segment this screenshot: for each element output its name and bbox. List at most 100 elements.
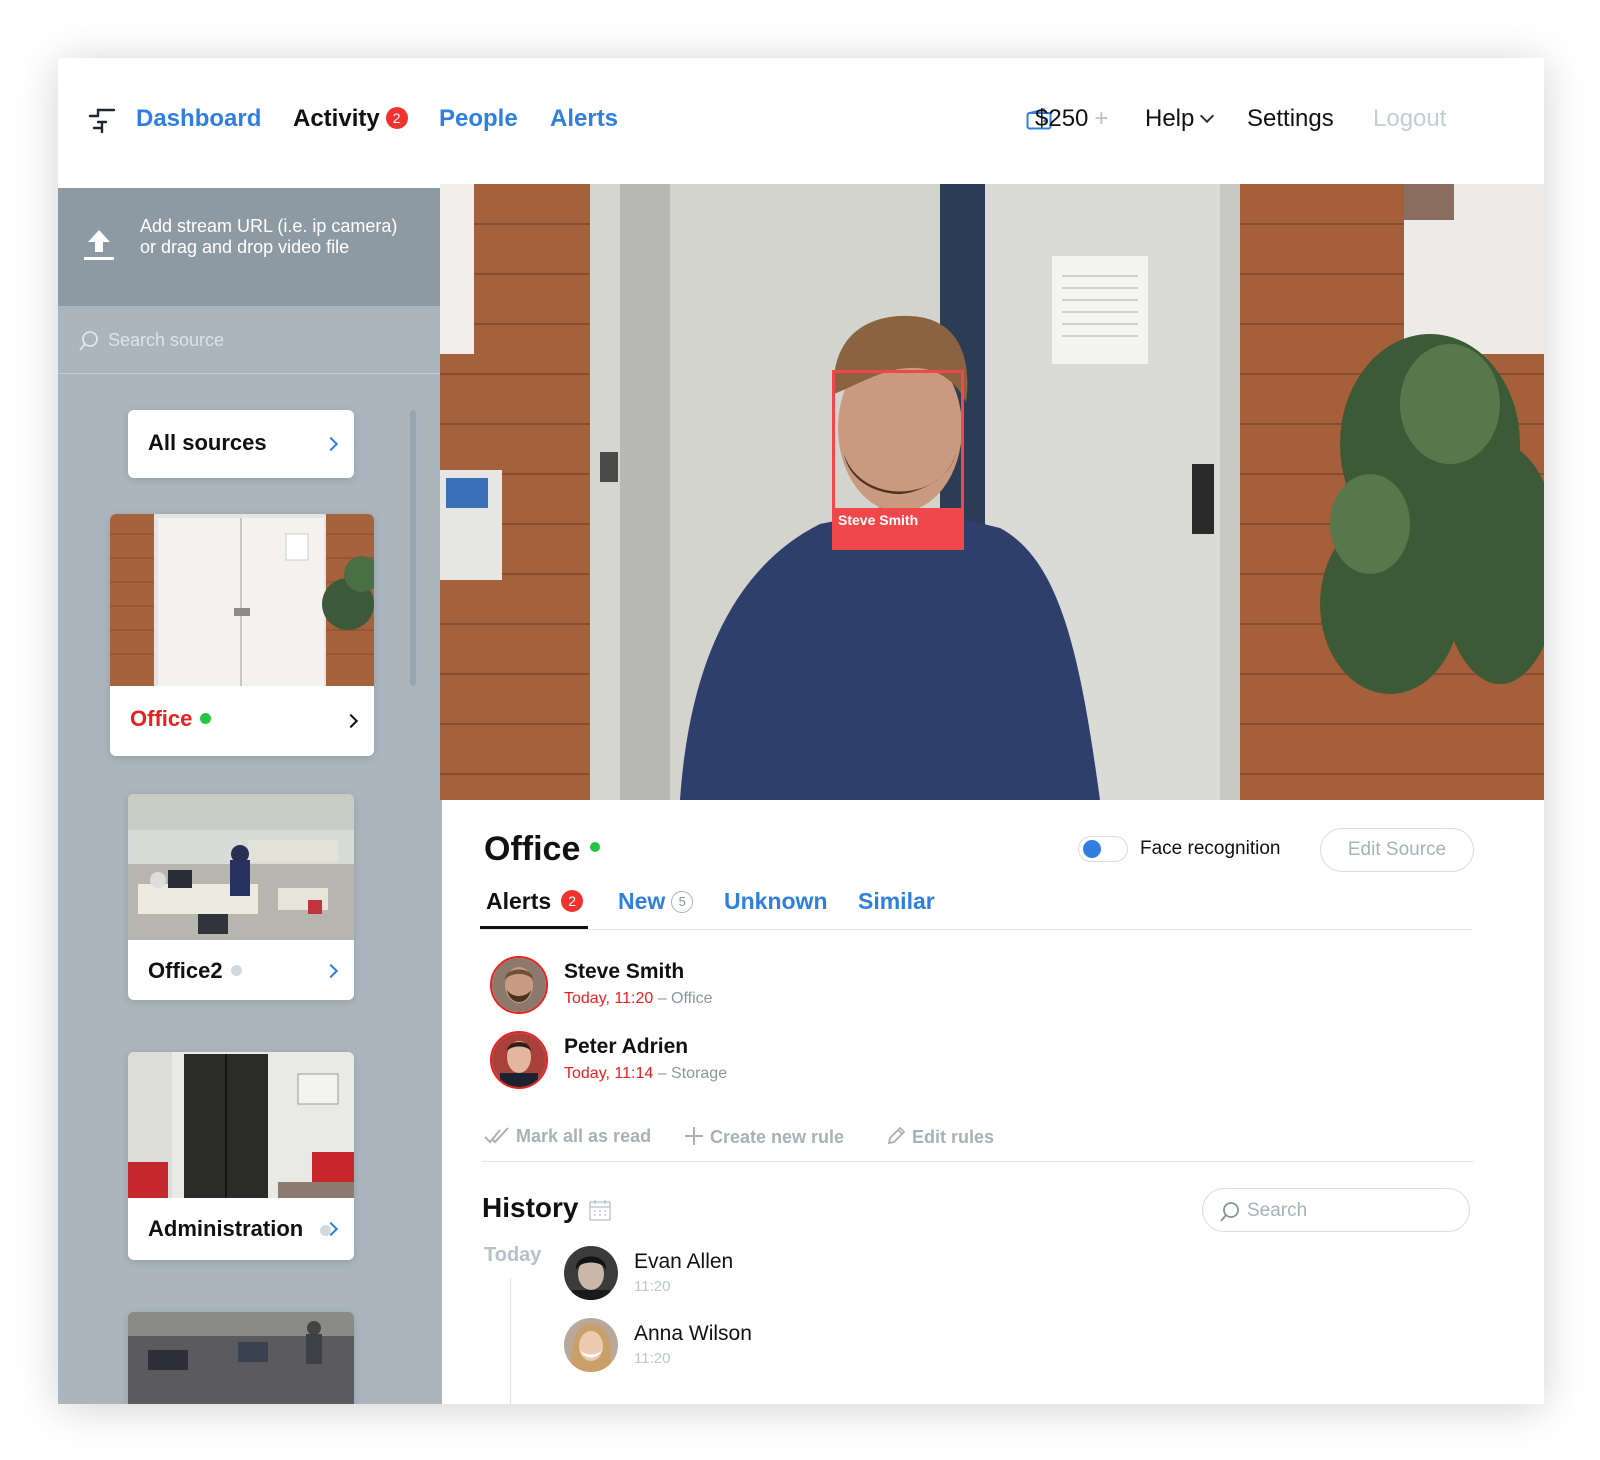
face-recognition-toggle[interactable] (1078, 836, 1128, 862)
office2-thumbnail (128, 794, 354, 940)
history-person-name: Anna Wilson (634, 1322, 752, 1345)
alert-meta: Today, 11:14 – Storage (564, 1065, 727, 1083)
balance-value: $250 (1035, 105, 1089, 132)
mark-all-read-label: Mark all as read (516, 1126, 652, 1146)
toggle-knob (1083, 840, 1101, 858)
search-icon (1220, 1202, 1239, 1222)
chevron-down-icon (1200, 108, 1215, 124)
calendar-icon[interactable] (588, 1198, 612, 1222)
create-rule-button[interactable]: Create new rule (684, 1126, 844, 1148)
chevron-right-icon (323, 963, 339, 979)
edit-rules-button[interactable]: Edit rules (886, 1126, 994, 1148)
plus-icon (685, 1127, 703, 1145)
tab-new-label: New (618, 888, 666, 914)
upload-icon (84, 230, 114, 260)
sidebar-scrollbar[interactable] (410, 410, 416, 686)
source-title: Office (484, 830, 581, 868)
avatar (490, 956, 548, 1014)
history-search-input[interactable] (1247, 1199, 1447, 1223)
alerts-count-badge: 2 (561, 890, 584, 912)
tab-new[interactable]: New 5 (618, 888, 694, 915)
help-label: Help (1145, 105, 1195, 132)
source-search-input[interactable] (108, 326, 408, 354)
nav-alerts[interactable]: Alerts (550, 105, 618, 133)
settings-link[interactable]: Settings (1247, 105, 1334, 133)
all-sources-button[interactable]: All sources (128, 410, 354, 478)
history-item[interactable]: Anna Wilson 11:20 (564, 1318, 864, 1374)
avatar (490, 1031, 548, 1089)
chevron-right-icon (343, 713, 359, 729)
history-day-label: Today (484, 1244, 542, 1266)
tab-unknown[interactable]: Unknown (724, 888, 828, 915)
nav-dashboard[interactable]: Dashboard (136, 105, 261, 133)
app-window: Dashboard Activity 2 People Alerts $250 + … (58, 58, 1544, 1404)
tab-alerts-label: Alerts (486, 888, 552, 914)
upload-area[interactable]: Add stream URL (i.e. ip camera) or drag … (58, 188, 442, 306)
history-person-name: Evan Allen (634, 1250, 734, 1273)
logout-link[interactable]: Logout (1373, 105, 1446, 133)
source-card-office2[interactable]: Office2 (128, 794, 354, 1000)
chevron-right-icon (323, 436, 339, 452)
source-card-4[interactable] (128, 1312, 354, 1404)
face-recognition-label: Face recognition (1140, 838, 1281, 859)
avatar (564, 1318, 618, 1372)
search-icon (79, 331, 98, 351)
online-status-dot (200, 713, 212, 724)
camera-frame (440, 184, 1544, 800)
source-card-office[interactable]: Office (110, 514, 374, 756)
mark-all-read-button[interactable]: Mark all as read (484, 1126, 651, 1147)
double-check-icon (484, 1127, 509, 1144)
office-thumbnail (110, 514, 374, 686)
offline-status-dot (230, 965, 242, 976)
create-rule-label: Create new rule (710, 1127, 845, 1147)
edit-rules-label: Edit rules (912, 1127, 995, 1147)
edit-source-button[interactable]: Edit Source (1320, 828, 1474, 872)
source-card-administration[interactable]: Administration (128, 1052, 354, 1260)
history-search (1202, 1188, 1470, 1232)
activity-badge: 2 (385, 107, 408, 129)
administration-thumbnail (128, 1052, 354, 1198)
nav-activity[interactable]: Activity 2 (293, 105, 408, 133)
alert-time: Today, 11:14 (564, 1065, 654, 1082)
alert-time: Today, 11:20 (564, 990, 654, 1007)
add-funds-icon[interactable]: + (1094, 105, 1108, 132)
video-feed[interactable]: Steve Smith (440, 184, 1544, 800)
alert-tabs: Alerts 2 New 5 Unknown Similar (480, 884, 1472, 930)
top-nav: Dashboard Activity 2 People Alerts $250 + … (58, 58, 1544, 188)
source-search (58, 306, 442, 374)
alert-actions: Mark all as read Create new rule Edit ru… (482, 1120, 1474, 1162)
tab-similar[interactable]: Similar (858, 888, 935, 915)
alert-person-name: Peter Adrien (564, 1035, 689, 1058)
alert-item[interactable]: Steve Smith Today, 11:20 – Office (490, 956, 890, 1016)
source-card-administration-label: Administration (148, 1216, 304, 1241)
tab-alerts[interactable]: Alerts 2 (486, 888, 584, 915)
active-tab-indicator (480, 926, 588, 929)
source-name: Office (130, 706, 193, 731)
nav-activity-label: Activity (293, 105, 380, 132)
source-4-thumbnail (128, 1312, 354, 1404)
history-item[interactable]: Evan Allen 11:20 (564, 1246, 864, 1302)
source-card-office-label: Office (130, 706, 212, 732)
timeline-line (510, 1278, 511, 1404)
history-title: History (482, 1192, 579, 1223)
sources-sidebar: Add stream URL (i.e. ip camera) or drag … (58, 188, 442, 1404)
all-sources-label: All sources (148, 430, 267, 455)
pencil-icon (887, 1126, 906, 1145)
balance-amount[interactable]: $250 + (1035, 105, 1108, 133)
alert-person-name: Steve Smith (564, 960, 685, 983)
alert-place: – Storage (657, 1065, 728, 1082)
source-name: Office2 (148, 958, 223, 983)
face-detection-label: Steve Smith (832, 508, 964, 550)
avatar (564, 1246, 618, 1300)
upload-instructions: Add stream URL (i.e. ip camera) or drag … (140, 216, 398, 257)
alert-item[interactable]: Peter Adrien Today, 11:14 – Storage (490, 1031, 890, 1091)
source-card-office2-label: Office2 (148, 958, 242, 984)
history-time: 11:20 (634, 1350, 671, 1367)
alert-meta: Today, 11:20 – Office (564, 990, 713, 1008)
stairs-logo-icon[interactable] (88, 106, 118, 136)
nav-people[interactable]: People (439, 105, 518, 133)
online-status-dot (590, 842, 601, 852)
help-menu[interactable]: Help (1145, 105, 1215, 133)
alert-place: – Office (657, 990, 713, 1007)
source-detail-panel: Office Face recognition Edit Source Aler… (442, 800, 1544, 1404)
